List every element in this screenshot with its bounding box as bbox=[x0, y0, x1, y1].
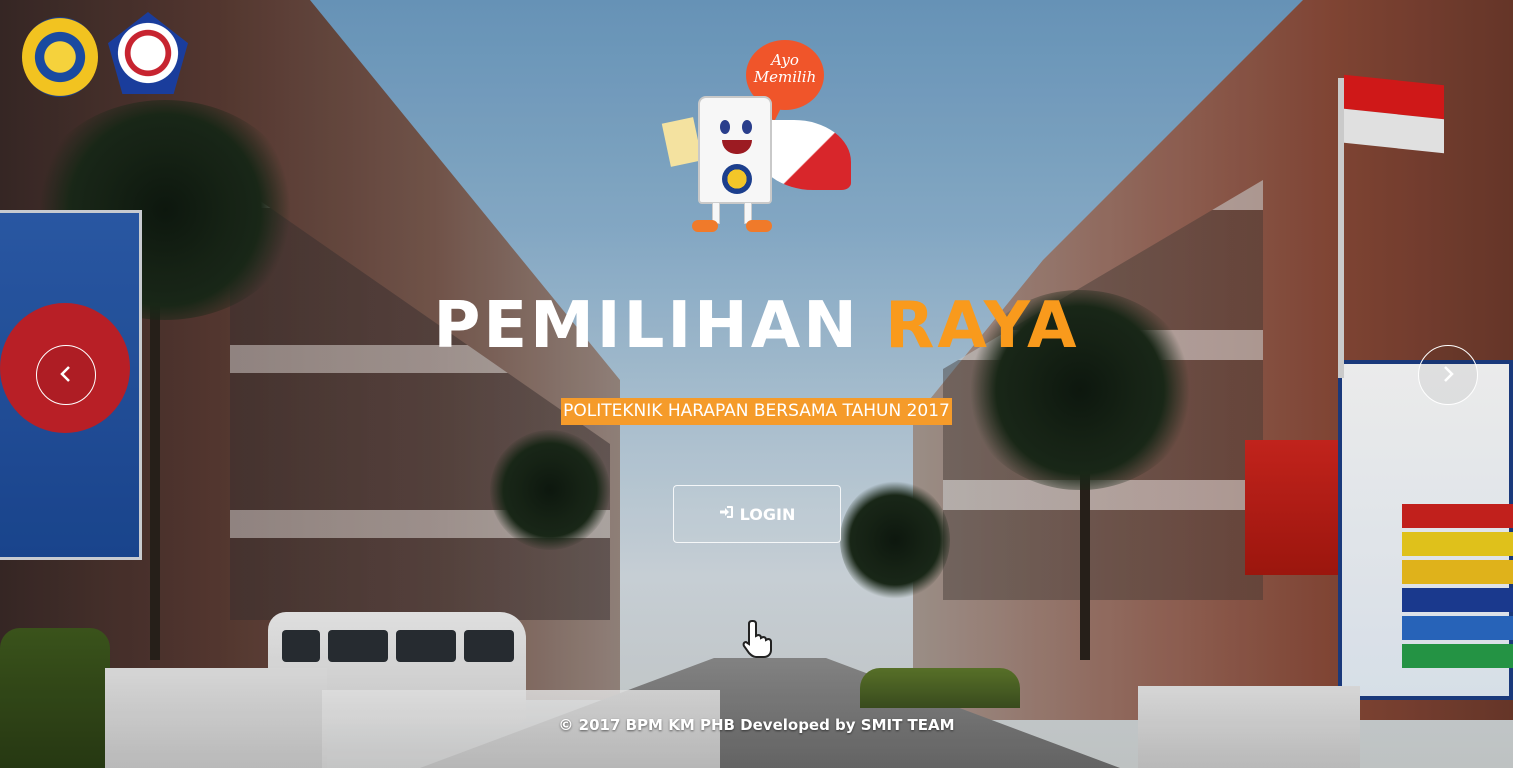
page-subtitle: POLITEKNIK HARAPAN BERSAMA TAHUN 2017 bbox=[561, 398, 952, 425]
mascot-shoe bbox=[746, 220, 772, 232]
carousel-prev-button[interactable] bbox=[36, 345, 96, 405]
institution-logo-icon bbox=[22, 17, 98, 97]
carousel-next-button[interactable] bbox=[1418, 345, 1478, 405]
mascot-mouth bbox=[722, 140, 752, 154]
landing-page: Ayo Memilih PEMILIHAN RAYA POLITEKNIK HA… bbox=[0, 0, 1513, 768]
mascot-shoe bbox=[692, 220, 718, 232]
chevron-right-icon bbox=[1441, 360, 1455, 390]
mascot-eye bbox=[742, 120, 752, 134]
page-subtitle-wrap: POLITEKNIK HARAPAN BERSAMA TAHUN 2017 bbox=[0, 398, 1513, 425]
footer-text: © 2017 BPM KM PHB Developed by SMIT TEAM bbox=[558, 716, 955, 734]
login-button-label: LOGIN bbox=[739, 504, 796, 524]
sign-in-icon bbox=[719, 505, 734, 523]
ballot-mascot-icon: Ayo Memilih bbox=[660, 40, 860, 240]
page-title: PEMILIHAN RAYA bbox=[0, 286, 1513, 366]
chevron-left-icon bbox=[59, 360, 73, 390]
page-title-accent: RAYA bbox=[885, 289, 1080, 363]
mascot-paper bbox=[661, 117, 703, 167]
login-button[interactable]: LOGIN bbox=[673, 485, 841, 543]
speech-bubble-text: Ayo Memilih bbox=[753, 51, 817, 86]
mascot-badge-icon bbox=[722, 164, 752, 194]
hand-pointer-cursor-icon bbox=[742, 618, 776, 658]
mascot-eye bbox=[720, 120, 730, 134]
mascot-body bbox=[698, 96, 772, 204]
page-title-main: PEMILIHAN bbox=[433, 289, 860, 363]
